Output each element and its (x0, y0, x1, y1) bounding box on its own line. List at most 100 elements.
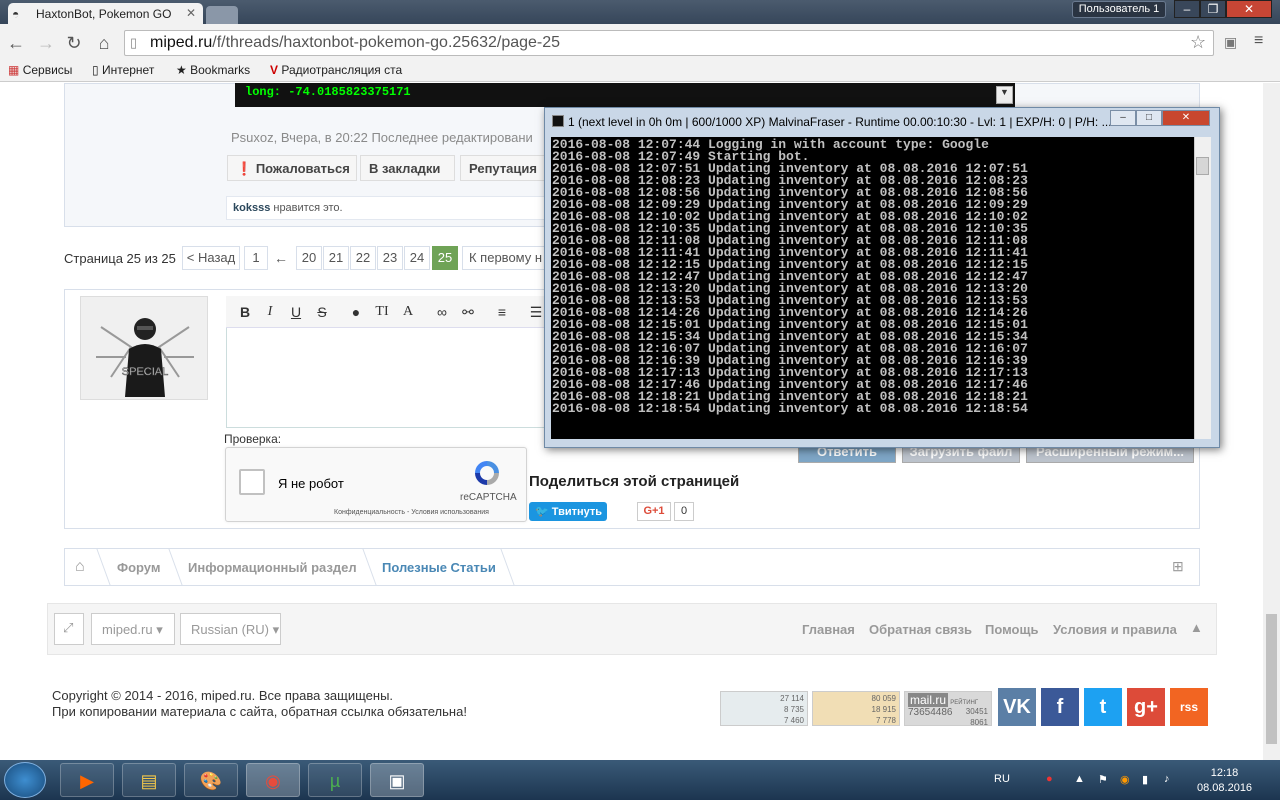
file-explorer-icon[interactable]: ▤ (122, 763, 176, 797)
liker-name[interactable]: koksss (233, 202, 270, 214)
code-block: long: -74.0185823375171 (235, 83, 1015, 107)
link-icon[interactable]: ∞ (431, 302, 453, 322)
align-icon[interactable]: ≡ (491, 302, 513, 322)
new-tab-button[interactable] (206, 6, 238, 24)
paint-icon[interactable]: 🎨 (184, 763, 238, 797)
breadcrumb-info-section[interactable]: Информационный раздел (188, 560, 357, 575)
media-player-icon[interactable]: ▶ (60, 763, 114, 797)
twitter-icon[interactable]: t (1084, 688, 1122, 726)
utorrent-icon[interactable]: µ (308, 763, 362, 797)
reputation-button[interactable]: Репутация (460, 155, 550, 181)
pager-page-24[interactable]: 24 (404, 246, 430, 270)
page-scroll-thumb[interactable] (1266, 614, 1277, 744)
mailru-logo: mail.ru (908, 693, 949, 707)
recaptcha-brand: reCAPTCHA (460, 492, 517, 503)
strikethrough-icon[interactable]: S (311, 302, 333, 322)
breadcrumb-forum[interactable]: Форум (117, 560, 160, 575)
menu-icon[interactable]: ≡ (1254, 32, 1263, 50)
pager-arrow-icon[interactable]: ← (274, 250, 288, 266)
font-size-icon[interactable]: TI (371, 302, 393, 322)
bookmark-button[interactable]: В закладки (360, 155, 455, 181)
language-indicator[interactable]: RU (994, 773, 1010, 785)
pager-page-current[interactable]: 25 (432, 246, 458, 270)
reload-icon[interactable]: ↻ (64, 33, 84, 53)
pager-prev[interactable]: < Назад (182, 246, 240, 270)
close-icon[interactable]: ✕ (1226, 0, 1272, 18)
forward-icon[interactable]: → (36, 33, 56, 53)
profile-button[interactable]: Пользователь 1 (1072, 1, 1166, 18)
code-scrollbar[interactable]: ▼ (996, 86, 1013, 104)
network-tray-icon[interactable]: ▮ (1142, 773, 1148, 786)
italic-icon[interactable]: I (259, 302, 281, 322)
mailru-value: 8061 (970, 718, 988, 727)
pager-to-first[interactable]: К первому н (462, 246, 546, 270)
gplus-button[interactable]: G+1 (637, 502, 671, 521)
counter-value: 7 460 (783, 716, 804, 725)
footer-home-link[interactable]: Главная (802, 622, 855, 637)
url-text[interactable]: miped.ru/f/threads/haxtonbot-pokemon-go.… (150, 34, 560, 52)
show-hidden-icons[interactable]: ▲ (1074, 773, 1085, 785)
pager-page-20[interactable]: 20 (296, 246, 322, 270)
back-icon[interactable]: ← (6, 33, 26, 53)
home-icon[interactable]: ⌂ (75, 558, 85, 576)
underline-icon[interactable]: U (285, 302, 307, 322)
mailru-counter[interactable]: mail.ru РЕЙТИНГ 73654486 30451 8061 (904, 691, 992, 727)
bookmark-radio[interactable]: V Радиотрансляция ста (270, 63, 402, 77)
volume-tray-icon[interactable]: ♪ (1164, 773, 1170, 785)
minimize-icon[interactable]: – (1174, 0, 1200, 18)
browser-tab-active[interactable]: HaxtonBot, Pokemon GO (8, 3, 203, 25)
bold-icon[interactable]: B (234, 302, 256, 322)
footer-terms-link[interactable]: Условия и правила (1053, 622, 1177, 637)
flag-tray-icon[interactable]: ⚑ (1098, 773, 1108, 786)
taskbar-clock[interactable]: 12:18 08.08.2016 (1197, 766, 1252, 796)
bookmark-label: Bookmarks (190, 63, 251, 77)
footer-help-link[interactable]: Помощь (985, 622, 1038, 637)
language-select[interactable]: Russian (RU) ▾ (180, 613, 281, 645)
unlink-icon[interactable]: ⚯ (457, 302, 479, 322)
bookmark-internet[interactable]: ▯ Интернет (92, 63, 154, 77)
pager-page-23[interactable]: 23 (377, 246, 403, 270)
bookmark-star-icon[interactable]: ☆ (1190, 32, 1206, 53)
report-button[interactable]: ❗ Пожаловаться (227, 155, 357, 181)
console-maximize-icon[interactable]: □ (1136, 110, 1162, 126)
font-family-icon[interactable]: A (397, 302, 419, 322)
pager-page-22[interactable]: 22 (350, 246, 376, 270)
maximize-icon[interactable]: ❐ (1200, 0, 1226, 18)
chrome-icon[interactable]: ◉ (246, 763, 300, 797)
pager-label: Страница 25 из 25 (64, 251, 176, 266)
tweet-button[interactable]: 🐦 Твитнуть (529, 502, 607, 521)
console-scroll-thumb[interactable] (1196, 157, 1209, 175)
console-minimize-icon[interactable]: – (1110, 110, 1136, 126)
rss-icon[interactable]: rss (1170, 688, 1208, 726)
sitemap-icon[interactable]: ⊞ (1172, 558, 1184, 575)
color-icon[interactable]: ● (345, 302, 367, 322)
console-task-icon[interactable]: ▣ (370, 763, 424, 797)
facebook-icon[interactable]: f (1041, 688, 1079, 726)
fullscreen-button[interactable]: ⤢ (54, 613, 84, 645)
url-domain: miped.ru (150, 34, 213, 51)
footer-feedback-link[interactable]: Обратная связь (869, 622, 972, 637)
antivirus-tray-icon[interactable]: ● (1046, 773, 1053, 785)
scroll-top-icon[interactable]: ▲ (1190, 620, 1203, 635)
bookmark-services[interactable]: ▦ Сервисы (8, 63, 72, 77)
pager-page-1[interactable]: 1 (244, 246, 268, 270)
mailru-value: 30451 (965, 707, 988, 716)
console-close-icon[interactable]: ✕ (1162, 110, 1210, 126)
home-icon[interactable]: ⌂ (94, 33, 114, 53)
liveinternet-counter[interactable]: 27 114 8 735 7 460 (720, 691, 808, 726)
breadcrumb-current[interactable]: Полезные Статьи (382, 560, 496, 575)
bookmark-bookmarks[interactable]: ★ Bookmarks (176, 63, 250, 77)
console-scrollbar[interactable] (1194, 137, 1211, 439)
recaptcha-links[interactable]: Конфиденциальность - Условия использован… (334, 509, 489, 516)
li-counter[interactable]: 80 059 18 915 7 778 (812, 691, 900, 726)
extension-icon[interactable]: ▣ (1224, 34, 1237, 51)
start-button[interactable] (4, 762, 46, 798)
app-tray-icon[interactable]: ◉ (1120, 773, 1130, 786)
recaptcha-logo-icon (475, 461, 499, 485)
pager-page-21[interactable]: 21 (323, 246, 349, 270)
site-select[interactable]: miped.ru ▾ (91, 613, 175, 645)
googleplus-icon[interactable]: g+ (1127, 688, 1165, 726)
recaptcha-checkbox[interactable] (239, 469, 265, 495)
tab-close-icon[interactable]: ✕ (186, 6, 196, 20)
vk-icon[interactable]: VK (998, 688, 1036, 726)
